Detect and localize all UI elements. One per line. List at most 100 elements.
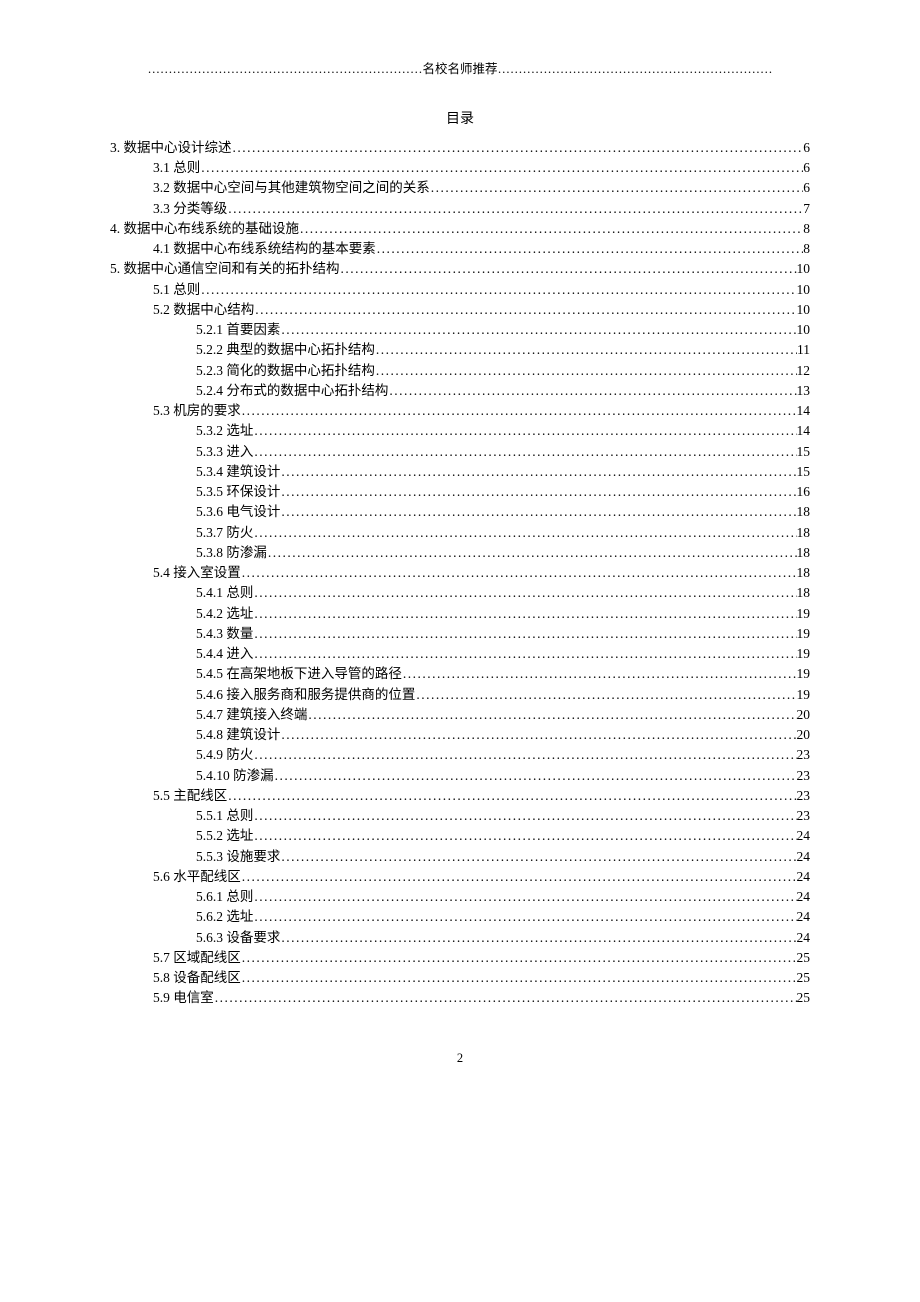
- toc-entry-page: 24: [797, 826, 811, 846]
- toc-entry-leader: ........................................…: [375, 361, 797, 381]
- toc-entry: 5.2.2 典型的数据中心拓扑结构.......................…: [110, 340, 810, 360]
- toc-entry: 5.2.1 首要因素..............................…: [110, 320, 810, 340]
- toc-entry-leader: ........................................…: [200, 158, 803, 178]
- toc-entry-leader: ........................................…: [280, 847, 796, 867]
- toc-entry: 5. 数据中心通信空间和有关的拓扑结构.....................…: [110, 259, 810, 279]
- toc-entry: 5.3.7 防火................................…: [110, 523, 810, 543]
- toc-entry: 5.4.10 防渗漏..............................…: [110, 766, 810, 786]
- toc-entry-label: 5.5 主配线区: [153, 786, 227, 806]
- toc-entry-page: 24: [797, 928, 811, 948]
- toc-entry-label: 5.4.10 防渗漏: [196, 766, 274, 786]
- toc-entry: 5.4.5 在高架地板下进入导管的路径.....................…: [110, 664, 810, 684]
- toc-entry-page: 18: [797, 502, 811, 522]
- toc-entry-page: 19: [797, 644, 811, 664]
- toc-entry-label: 5.6.2 选址: [196, 907, 253, 927]
- toc-entry: 5.8 设备配线区...............................…: [110, 968, 810, 988]
- toc-entry-leader: ........................................…: [375, 340, 797, 360]
- toc-entry-page: 6: [803, 178, 810, 198]
- header-text: 名校名师推荐: [422, 62, 497, 76]
- toc-entry: 5.1 总则..................................…: [110, 280, 810, 300]
- toc-entry: 5.5.2 选址................................…: [110, 826, 810, 846]
- toc-entry-page: 23: [797, 806, 811, 826]
- toc-title: 目录: [110, 109, 810, 130]
- toc-entry: 5.2.4 分布式的数据中心拓扑结构......................…: [110, 381, 810, 401]
- toc-entry-leader: ........................................…: [241, 968, 797, 988]
- toc-entry-leader: ........................................…: [253, 523, 796, 543]
- toc-entry-leader: ........................................…: [254, 300, 796, 320]
- toc-entry-page: 19: [797, 664, 811, 684]
- toc-entry-label: 5.4 接入室设置: [153, 563, 241, 583]
- toc-entry-page: 18: [797, 543, 811, 563]
- toc-entry: 5.5 主配线区................................…: [110, 786, 810, 806]
- toc-entry-label: 5.9 电信室: [153, 988, 214, 1008]
- toc-entry-page: 11: [797, 340, 810, 360]
- toc-entry: 5.3.2 选址................................…: [110, 421, 810, 441]
- toc-entry: 5.4.8 建筑设计..............................…: [110, 725, 810, 745]
- toc-container: 3. 数据中心设计综述.............................…: [110, 138, 810, 1009]
- toc-entry-leader: ........................................…: [253, 887, 796, 907]
- page-number: 2: [110, 1049, 810, 1068]
- toc-entry-leader: ........................................…: [253, 442, 796, 462]
- toc-entry-leader: ........................................…: [415, 685, 796, 705]
- toc-entry: 5.7 区域配线区...............................…: [110, 948, 810, 968]
- toc-entry: 5.9 电信室.................................…: [110, 988, 810, 1008]
- toc-entry-label: 5.4.5 在高架地板下进入导管的路径: [196, 664, 402, 684]
- toc-entry-label: 5.4.9 防火: [196, 745, 253, 765]
- toc-entry: 5.3.6 电气设计..............................…: [110, 502, 810, 522]
- toc-entry-label: 5.6 水平配线区: [153, 867, 241, 887]
- toc-entry-page: 10: [797, 300, 811, 320]
- toc-entry: 5.5.3 设施要求..............................…: [110, 847, 810, 867]
- toc-entry: 5.4.7 建筑接入终端............................…: [110, 705, 810, 725]
- toc-entry: 5.2 数据中心结构..............................…: [110, 300, 810, 320]
- toc-entry-label: 5.4.8 建筑设计: [196, 725, 280, 745]
- toc-entry-leader: ........................................…: [376, 239, 804, 259]
- toc-entry-leader: ........................................…: [253, 644, 796, 664]
- toc-entry: 5.6 水平配线区...............................…: [110, 867, 810, 887]
- toc-entry: 5.3 机房的要求...............................…: [110, 401, 810, 421]
- toc-entry-page: 10: [797, 259, 811, 279]
- toc-entry-page: 24: [797, 867, 811, 887]
- toc-entry-page: 18: [797, 563, 811, 583]
- toc-entry-leader: ........................................…: [232, 138, 804, 158]
- toc-entry-leader: ........................................…: [253, 826, 796, 846]
- toc-entry-leader: ........................................…: [280, 320, 796, 340]
- toc-entry: 5.6.2 选址................................…: [110, 907, 810, 927]
- toc-entry-leader: ........................................…: [253, 604, 796, 624]
- toc-entry-leader: ........................................…: [430, 178, 804, 198]
- toc-entry-leader: ........................................…: [280, 502, 796, 522]
- toc-entry-page: 18: [797, 583, 811, 603]
- toc-entry: 5.4.2 选址................................…: [110, 604, 810, 624]
- toc-entry-leader: ........................................…: [307, 705, 796, 725]
- toc-entry-label: 5.3.4 建筑设计: [196, 462, 280, 482]
- toc-entry-leader: ........................................…: [274, 766, 797, 786]
- toc-entry-leader: ........................................…: [253, 421, 796, 441]
- toc-entry-label: 5.3.6 电气设计: [196, 502, 280, 522]
- toc-entry-label: 5.4.3 数量: [196, 624, 253, 644]
- toc-entry: 3.1 总则..................................…: [110, 158, 810, 178]
- toc-entry-leader: ........................................…: [253, 624, 796, 644]
- toc-entry-leader: ........................................…: [253, 806, 796, 826]
- toc-entry-label: 5.1 总则: [153, 280, 200, 300]
- toc-entry: 5.5.1 总则................................…: [110, 806, 810, 826]
- toc-entry-page: 23: [797, 786, 811, 806]
- toc-entry: 5.4.1 总则................................…: [110, 583, 810, 603]
- toc-entry-label: 5.2.3 简化的数据中心拓扑结构: [196, 361, 375, 381]
- toc-entry-label: 5.3.7 防火: [196, 523, 253, 543]
- header-dots-left: …………………………………………………………: [147, 62, 422, 76]
- toc-entry-leader: ........................................…: [388, 381, 796, 401]
- toc-entry: 5.3.5 环保设计..............................…: [110, 482, 810, 502]
- toc-entry-leader: ........................................…: [253, 907, 796, 927]
- toc-entry: 5.4.4 进入................................…: [110, 644, 810, 664]
- toc-entry-page: 25: [797, 988, 811, 1008]
- toc-entry-leader: ........................................…: [253, 745, 796, 765]
- toc-entry-page: 10: [797, 280, 811, 300]
- toc-entry: 5.6.3 设备要求..............................…: [110, 928, 810, 948]
- toc-entry-label: 5.5.3 设施要求: [196, 847, 280, 867]
- toc-entry-label: 5.3.3 进入: [196, 442, 253, 462]
- toc-entry-leader: ........................................…: [280, 482, 796, 502]
- toc-entry-label: 4. 数据中心布线系统的基础设施: [110, 219, 299, 239]
- toc-entry-label: 5.5.2 选址: [196, 826, 253, 846]
- toc-entry-page: 10: [797, 320, 811, 340]
- toc-entry-leader: ........................................…: [299, 219, 803, 239]
- toc-entry-leader: ........................................…: [280, 928, 796, 948]
